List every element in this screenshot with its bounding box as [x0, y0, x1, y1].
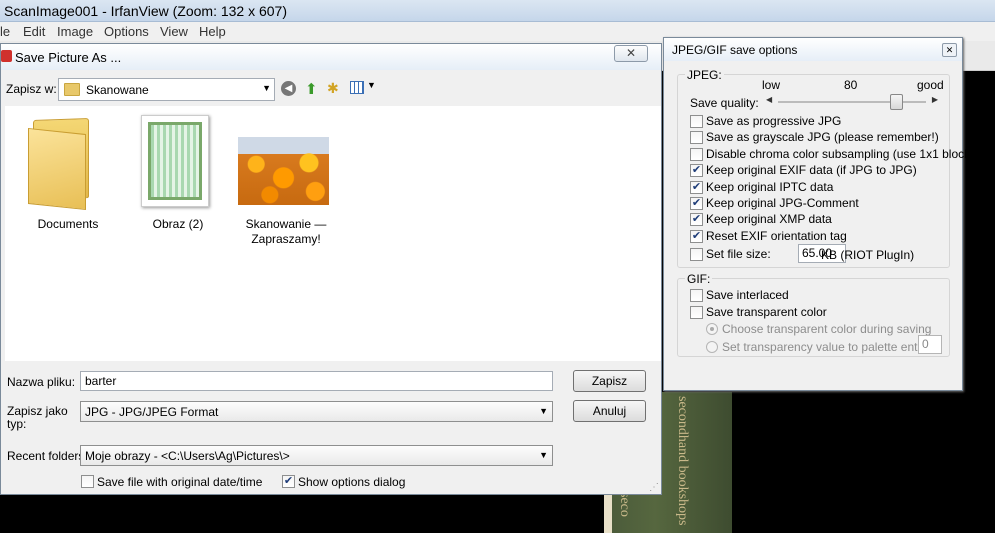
palette-entry-radio[interactable]	[706, 341, 718, 353]
irfanview-icon	[1, 50, 12, 62]
save-button[interactable]: Zapisz	[573, 370, 646, 392]
main-title-bar: ScanImage001 - IrfanView (Zoom: 132 x 60…	[0, 0, 995, 22]
jpeg-option-checkbox[interactable]: ✔	[690, 229, 703, 243]
jpeg-option-label: Keep original EXIF data (if JPG to JPG)	[706, 163, 917, 178]
chevron-down-icon: ▼	[262, 83, 271, 93]
file-item-obraz[interactable]: Obraz (2)	[129, 111, 239, 251]
main-window-title: ScanImage001 - IrfanView (Zoom: 132 x 60…	[4, 3, 288, 19]
jpeg-option-checkbox[interactable]	[690, 147, 703, 161]
file-name: Documents	[37, 217, 99, 231]
gif-option-label: Save interlaced	[706, 288, 789, 302]
palette-entry-input[interactable]: 0	[918, 335, 942, 354]
choose-transparent-label: Choose transparent color during saving	[722, 322, 932, 336]
jpeg-option-label: Keep original JPG-Comment	[706, 196, 859, 210]
options-titlebar: JPEG/GIF save options ✕	[664, 38, 962, 61]
file-item-skanowanie[interactable]: Skanowanie — Zapraszamy!	[231, 111, 341, 251]
menu-image[interactable]: Image	[57, 24, 93, 39]
jpeg-option-checkbox[interactable]: ✔	[690, 197, 703, 210]
close-icon[interactable]: ✕	[942, 43, 957, 57]
resize-grip-icon[interactable]: ⋰	[649, 482, 659, 493]
gif-option-label: Save transparent color	[706, 305, 827, 319]
gif-option-checkbox[interactable]	[690, 289, 703, 302]
quality-low-label: low	[762, 78, 781, 92]
jpeg-option-label: Reset EXIF orientation tag	[706, 228, 847, 243]
save-dialog: Save Picture As ... ✕ Zapisz w: Skanowan…	[0, 43, 662, 495]
menu-file[interactable]: le	[0, 24, 10, 39]
gif-group-title: GIF:	[685, 272, 713, 286]
menu-view[interactable]: View	[160, 24, 188, 39]
grid-icon	[350, 81, 364, 94]
folder-icon	[28, 118, 102, 211]
jpeg-option-label: Save as progressive JPG	[706, 114, 842, 128]
keep-date-checkbox[interactable]	[81, 475, 94, 488]
chevron-down-icon: ▼	[539, 406, 548, 416]
filename-input[interactable]: barter	[80, 371, 553, 391]
jpeg-option-checkbox[interactable]	[690, 131, 703, 145]
folder-icon	[64, 83, 80, 96]
chevron-down-icon: ▼	[539, 450, 548, 460]
jpeg-option-checkbox[interactable]: ✔	[690, 180, 703, 194]
recent-folders-label: Recent folders:	[7, 449, 88, 463]
quality-slider[interactable]: ◀ ▶	[766, 94, 940, 110]
image-text-2: seco	[617, 492, 632, 517]
chevron-down-icon: ▼	[367, 80, 376, 90]
file-name: Obraz (2)	[152, 217, 204, 231]
quality-good-label: good	[917, 78, 944, 92]
choose-transparent-radio[interactable]	[706, 323, 718, 335]
palette-entry-label: Set transparency value to palette entry:	[722, 340, 931, 354]
quality-label: Save quality:	[690, 96, 759, 110]
jpeg-options-dialog: JPEG/GIF save options ✕ JPEG: low 80 goo…	[663, 37, 980, 391]
slider-thumb[interactable]	[890, 94, 904, 110]
show-options-label: Show options dialog	[298, 475, 406, 489]
jpeg-option-checkbox[interactable]	[690, 115, 703, 128]
set-file-size-label: Set file size:	[706, 247, 771, 261]
jpeg-option-checkbox[interactable]: ✔	[690, 164, 703, 178]
image-thumbnail	[238, 137, 329, 205]
file-name: Skanowanie — Zapraszamy!	[245, 217, 327, 246]
image-text-1: secondhand bookshops	[675, 396, 690, 526]
options-dialog-title: JPEG/GIF save options	[672, 43, 798, 57]
jpeg-option-checkbox[interactable]: ✔	[690, 213, 703, 227]
jpeg-group-title: JPEG:	[685, 68, 724, 82]
cancel-button[interactable]: Anuluj	[573, 400, 646, 422]
set-file-size-checkbox[interactable]	[690, 248, 703, 261]
new-folder-icon[interactable]: ✱	[327, 80, 339, 97]
jpeg-option-label: Save as grayscale JPG (please remember!)	[706, 130, 939, 145]
recent-folders-value: Moje obrazy - <C:\Users\Ag\Pictures\>	[85, 449, 290, 463]
arrow-right-icon[interactable]: ▶	[932, 95, 938, 104]
folder-dropdown[interactable]: Skanowane ▼	[58, 78, 275, 101]
menu-options[interactable]: Options	[104, 24, 149, 39]
filetype-dropdown[interactable]: JPG - JPG/JPEG Format ▼	[80, 401, 553, 422]
image-thumbnail	[141, 115, 209, 207]
file-size-unit: KB (RIOT PlugIn)	[821, 248, 915, 262]
recent-folders-dropdown[interactable]: Moje obrazy - <C:\Users\Ag\Pictures\> ▼	[80, 445, 553, 466]
save-in-label: Zapisz w:	[6, 82, 57, 96]
file-list: Documents Obraz (2) Skanowanie — Zaprasz…	[5, 106, 661, 361]
filetype-value: JPG - JPG/JPEG Format	[85, 405, 219, 419]
file-item-documents[interactable]: Documents	[13, 111, 123, 251]
up-folder-icon[interactable]: ⬆	[305, 80, 318, 98]
keep-date-label: Save file with original date/time	[97, 475, 263, 489]
slider-track	[778, 101, 926, 103]
view-menu-icon[interactable]: ▼	[350, 80, 376, 95]
arrow-left-icon[interactable]: ◀	[766, 95, 772, 104]
gif-option-checkbox[interactable]	[690, 306, 703, 319]
jpeg-option-label: Keep original IPTC data	[706, 179, 834, 194]
filetype-label: Zapisz jako typ:	[7, 404, 68, 431]
filename-label: Nazwa pliku:	[7, 375, 76, 389]
save-dialog-title: Save Picture As ...	[15, 50, 122, 65]
quality-value: 80	[844, 78, 858, 92]
jpeg-option-label: Disable chroma color subsampling (use 1x…	[706, 146, 981, 161]
menu-help[interactable]: Help	[199, 24, 226, 39]
save-dialog-titlebar: Save Picture As ... ✕	[1, 44, 661, 70]
current-folder: Skanowane	[86, 83, 149, 97]
show-options-checkbox[interactable]: ✔	[282, 475, 295, 488]
jpeg-option-label: Keep original XMP data	[706, 212, 832, 227]
menu-edit[interactable]: Edit	[23, 24, 45, 39]
close-button[interactable]: ✕	[614, 45, 648, 62]
back-icon[interactable]: ◀	[281, 81, 296, 96]
